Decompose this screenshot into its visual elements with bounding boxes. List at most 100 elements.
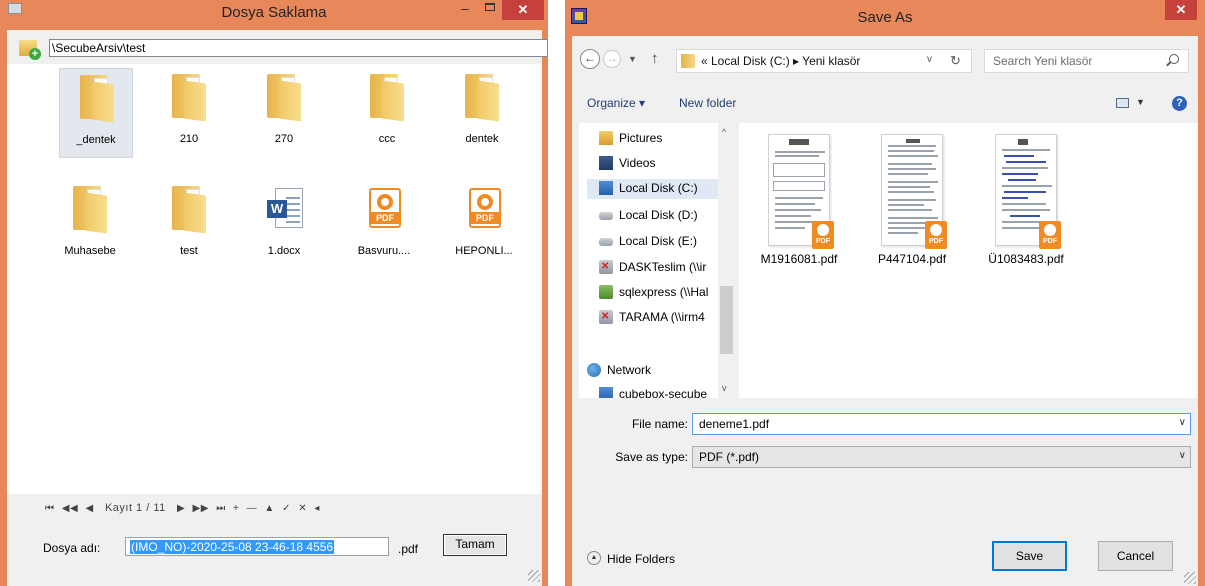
file-tile-label: HEPONLI...	[455, 245, 513, 257]
search-box[interactable]: Search Yeni klasör	[984, 49, 1189, 73]
save-button[interactable]: Save	[992, 541, 1067, 571]
post-record-button[interactable]: ✓	[282, 503, 291, 514]
file-item[interactable]: Ü1083483.pdf	[981, 131, 1071, 271]
chevron-up-icon: ▲	[587, 551, 601, 565]
recent-locations-dropdown[interactable]: ▼	[628, 54, 637, 64]
new-folder-button[interactable]: +	[16, 38, 44, 60]
scroll-down-button[interactable]: v	[722, 383, 727, 393]
folder-icon	[170, 186, 208, 234]
file-tile-label: test	[180, 245, 198, 257]
scroll-up-button[interactable]: ^	[722, 127, 726, 137]
file-tile[interactable]: ccc	[350, 68, 424, 158]
file-tile-label: Muhasebe	[64, 245, 116, 257]
save-as-type-value: PDF (*.pdf)	[699, 450, 760, 464]
resize-grip[interactable]	[528, 570, 540, 582]
next-page-button[interactable]: ▶▶	[193, 503, 209, 514]
save-as-type-select[interactable]: PDF (*.pdf) ∨	[692, 446, 1191, 468]
address-bar[interactable]: « Local Disk (C:) ▸ Yeni klasör v ↻	[676, 49, 972, 73]
maximize-icon	[485, 3, 495, 11]
last-record-button[interactable]: ⏭	[216, 503, 226, 514]
delete-record-button[interactable]: —	[247, 503, 258, 514]
minimize-button[interactable]: –	[452, 1, 478, 20]
refresh-button[interactable]: ↻	[950, 53, 961, 69]
next-record-button[interactable]: ▶	[177, 503, 185, 514]
scrollbar-thumb[interactable]	[720, 286, 733, 354]
title-bar[interactable]: Dosya Saklama – ✕	[0, 0, 548, 30]
tree-item-local-disk-e[interactable]: Local Disk (E:)	[599, 232, 734, 252]
folder-icon	[681, 54, 695, 68]
tree-item-label: Network	[607, 363, 652, 377]
file-tile[interactable]: PDF Basvuru....	[347, 180, 421, 270]
add-icon: +	[29, 48, 41, 60]
chevron-down-icon: ∨	[1178, 450, 1186, 461]
address-dropdown[interactable]: v	[927, 54, 932, 65]
pdf-badge-icon	[812, 221, 834, 249]
tree-item-tarama[interactable]: TARAMA (\\irm4	[599, 308, 734, 328]
file-tile[interactable]: PDF HEPONLI...	[447, 180, 521, 270]
pictures-folder-icon	[599, 131, 613, 145]
drive-icon	[599, 212, 613, 220]
close-button[interactable]: ✕	[1165, 0, 1197, 20]
tree-item-local-disk-d[interactable]: Local Disk (D:)	[599, 206, 734, 226]
add-record-button[interactable]: +	[233, 503, 239, 514]
path-field[interactable]: \SecubeArsiv\test	[49, 39, 548, 57]
file-tile[interactable]: _dentek	[59, 68, 133, 158]
address-path: « Local Disk (C:) ▸ Yeni klasör	[701, 54, 861, 68]
file-tile[interactable]: W 1.docx	[247, 180, 321, 270]
tree-item-cubebox[interactable]: cubebox-secube	[599, 385, 734, 398]
cancel-record-button[interactable]: ✕	[298, 503, 307, 514]
file-tile[interactable]: dentek	[445, 68, 519, 158]
resize-grip[interactable]	[1184, 572, 1196, 584]
file-extension: .pdf	[398, 542, 419, 556]
folder-icon	[78, 75, 116, 123]
tree-item-dasktemlim[interactable]: DASKTeslim (\\ir	[599, 258, 734, 278]
pdf-badge-icon	[1039, 221, 1061, 249]
chevron-down-icon[interactable]: ∨	[1179, 417, 1186, 428]
file-tile[interactable]: 210	[152, 68, 226, 158]
back-button[interactable]: ←	[580, 49, 600, 69]
folder-icon	[368, 74, 406, 122]
file-grid: _dentek 210 270 ccc dentek Muhasebe test…	[7, 64, 542, 494]
file-tile[interactable]: test	[152, 180, 226, 270]
help-button[interactable]: ?	[1172, 96, 1187, 111]
up-button[interactable]: ↑	[651, 50, 659, 67]
maximize-button[interactable]	[478, 2, 502, 20]
edit-record-button[interactable]: ▲	[264, 503, 274, 514]
save-as-dialog: Save As ✕ ← → ▼ ↑ « Local Disk (C:) ▸ Ye…	[565, 0, 1205, 586]
prev-page-button[interactable]: ◀◀	[62, 503, 78, 514]
file-name-value: (IMO_NO)-2020-25-08 23-46-18 4556	[130, 540, 335, 554]
record-navigator: ⏮ ◀◀ ◀ Kayıt 1 / 11 ▶ ▶▶ ⏭ + — ▲ ✓ ✕ ◂	[45, 502, 324, 514]
file-name-input[interactable]: (IMO_NO)-2020-25-08 23-46-18 4556	[125, 537, 389, 556]
disconnected-network-drive-icon	[599, 260, 613, 274]
dialog-client: ← → ▼ ↑ « Local Disk (C:) ▸ Yeni klasör …	[572, 36, 1198, 586]
organize-menu[interactable]: Organize ▾	[587, 96, 645, 110]
cancel-button[interactable]: Cancel	[1098, 541, 1173, 571]
file-item[interactable]: M1916081.pdf	[754, 131, 844, 271]
tree-item-label: DASKTeslim (\\ir	[619, 260, 707, 274]
dialog-title: Save As	[857, 9, 913, 26]
file-tile-label: 1.docx	[267, 245, 301, 257]
tree-item-label: Pictures	[619, 131, 663, 145]
file-tile-label: dentek	[465, 133, 499, 145]
tree-item-pictures[interactable]: Pictures	[599, 129, 734, 149]
tree-item-network[interactable]: Network	[587, 361, 734, 381]
file-tile[interactable]: Muhasebe	[53, 180, 127, 270]
tree-item-local-disk-c[interactable]: Local Disk (C:)	[587, 179, 734, 199]
file-name-value: deneme1.pdf	[699, 417, 770, 431]
new-folder-button[interactable]: New folder	[679, 96, 736, 110]
close-button[interactable]: ✕	[502, 0, 544, 20]
first-record-button[interactable]: ⏮	[45, 503, 55, 514]
prev-record-button[interactable]: ◀	[85, 503, 93, 514]
file-name: P447104.pdf	[877, 252, 947, 266]
forward-button[interactable]: →	[603, 50, 621, 68]
file-name-input[interactable]: deneme1.pdf ∨	[692, 413, 1191, 435]
tree-item-videos[interactable]: Videos	[599, 154, 734, 174]
file-item[interactable]: P447104.pdf	[867, 131, 957, 271]
ok-button[interactable]: Tamam	[443, 534, 507, 556]
change-view-button[interactable]: ▼	[1116, 96, 1146, 112]
title-bar[interactable]: Save As ✕	[565, 0, 1205, 36]
navigation-scrollbar[interactable]: ^ v	[718, 123, 735, 398]
refresh-button[interactable]: ◂	[314, 503, 320, 514]
file-tile[interactable]: 270	[247, 68, 321, 158]
tree-item-sqlexpress[interactable]: sqlexpress (\\Hal	[599, 283, 734, 303]
